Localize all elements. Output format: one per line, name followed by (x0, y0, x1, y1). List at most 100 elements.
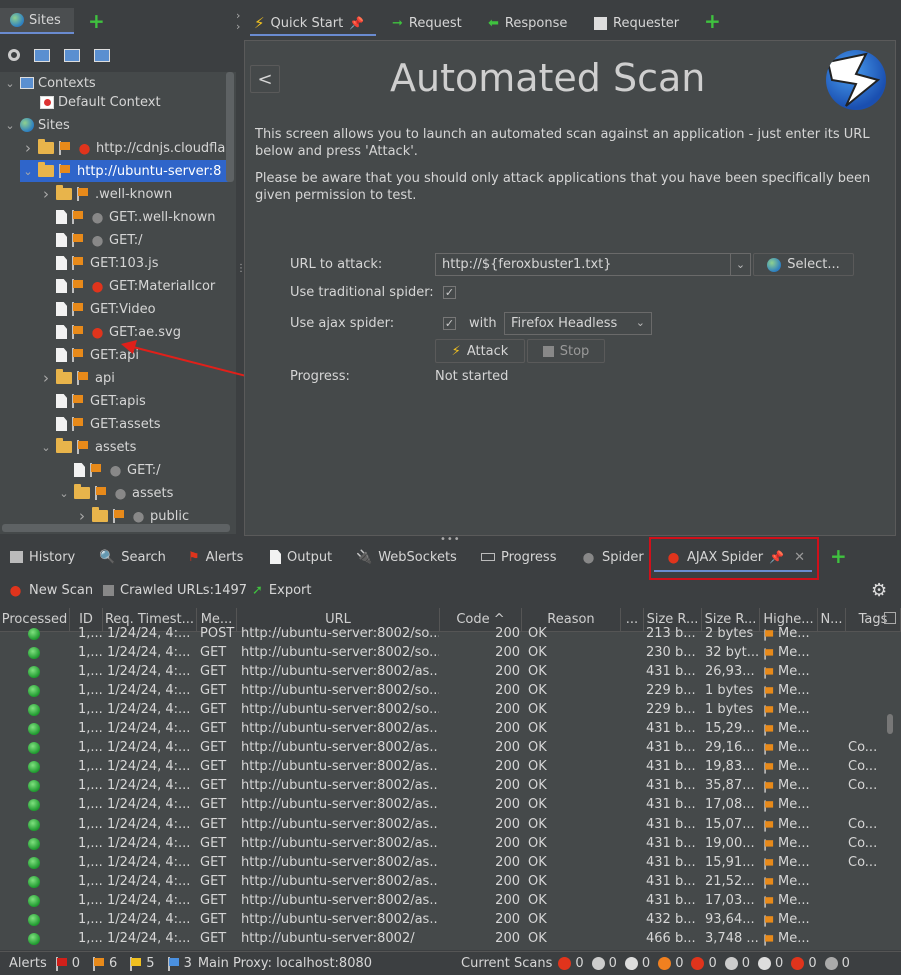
table-row[interactable]: 1,... 1/24/24, 4:... GET http://ubuntu-serv… (0, 644, 884, 663)
table-row[interactable]: 1,... 1/24/24, 4:... GET http://ubuntu-serv… (0, 930, 884, 949)
processed-status-icon (28, 837, 40, 850)
tab-request[interactable]: ➞ Request (392, 12, 462, 34)
tab-output[interactable]: Output (270, 546, 332, 568)
tree-node[interactable]: GET:/ (40, 229, 143, 251)
add-bottom-tab-button[interactable]: + (830, 546, 847, 566)
tree-node[interactable]: ⌄ http://ubuntu-server:8 (20, 160, 230, 182)
tree-node[interactable]: › http://cdnjs.cloudfla (22, 137, 225, 159)
gear-icon[interactable]: ⚙ (871, 580, 887, 601)
tab-spider[interactable]: Spider (581, 546, 644, 568)
chevron-right-icon[interactable]: › (22, 139, 34, 157)
pin-icon[interactable]: 📌 (349, 16, 364, 30)
tab-quick-start[interactable]: ⚡ Quick Start 📌 (254, 12, 364, 34)
tree-node[interactable]: GET:103.js (40, 252, 159, 274)
vertical-splitter[interactable]: ⋮ (236, 264, 246, 282)
table-row[interactable]: 1,... 1/24/24, 4:... GET http://ubuntu-serv… (0, 911, 884, 930)
medium-alert-flag-icon (763, 686, 776, 698)
zap-logo (826, 50, 886, 110)
tree-default-context[interactable]: Default Context (40, 91, 161, 113)
table-row[interactable]: 1,... 1/24/24, 4:... GET http://ubuntu-serv… (0, 892, 884, 911)
tree-node[interactable]: GET:/ (58, 459, 161, 481)
table-row[interactable]: 1,... 1/24/24, 4:... GET http://ubuntu-serv… (0, 739, 884, 758)
export-context-icon[interactable] (94, 48, 110, 62)
url-input[interactable]: http://${feroxbuster1.txt} ⌄ (435, 253, 751, 276)
table-cell: 200 (495, 645, 520, 661)
tab-websockets[interactable]: 🔌 WebSockets (356, 546, 457, 568)
import-context-icon[interactable] (64, 48, 80, 62)
attack-button[interactable]: ⚡ Attack (435, 339, 525, 363)
file-icon (74, 463, 85, 477)
tree-node[interactable]: GET:assets (40, 413, 161, 435)
tab-requester[interactable]: Requester (594, 12, 679, 34)
select-button[interactable]: Select... (753, 253, 854, 276)
pin-icon[interactable]: 📌 (769, 550, 784, 564)
table-row[interactable]: 1,... 1/24/24, 4:... GET http://ubuntu-serv… (0, 663, 884, 682)
table-cell: 17,08... (705, 797, 755, 813)
tab-search[interactable]: 🔍 Search (99, 546, 166, 568)
alert-flag-icon (58, 141, 73, 155)
tab-ajax-spider[interactable]: AJAX Spider 📌 ✕ (666, 546, 805, 568)
chevron-down-icon[interactable]: ⌄ (4, 77, 16, 90)
add-sites-tab-button[interactable]: + (88, 11, 105, 31)
chevron-down-icon[interactable]: ⌄ (58, 487, 70, 500)
chevron-down-icon[interactable]: ⌄ (730, 254, 750, 275)
table-cell: 1/24/24, 4:... (107, 721, 191, 737)
chevron-right-icon[interactable]: › (76, 507, 88, 525)
table-row[interactable]: 1,... 1/24/24, 4:... GET http://ubuntu-serv… (0, 796, 884, 815)
table-row[interactable]: 1,... 1/24/24, 4:... GET http://ubuntu-serv… (0, 835, 884, 854)
tree-node[interactable]: GET:Video (40, 298, 156, 320)
export-button[interactable]: ➚ Export (252, 580, 311, 600)
traditional-spider-checkbox[interactable]: ✓ (443, 286, 456, 299)
chevron-down-icon[interactable]: ⌄ (4, 119, 16, 132)
stop-button[interactable]: Stop (527, 339, 605, 363)
top-tab-scroll[interactable]: › › (236, 10, 246, 34)
table-row[interactable]: 1,... 1/24/24, 4:... GET http://ubuntu-serv… (0, 854, 884, 873)
table-row[interactable]: 1,... 1/24/24, 4:... GET http://ubuntu-serv… (0, 777, 884, 796)
table-row[interactable]: 1,... 1/24/24, 4:... POST http://ubuntu-ser… (0, 625, 884, 644)
tree-vertical-scrollbar[interactable] (226, 72, 234, 182)
table-row[interactable]: 1,... 1/24/24, 4:... GET http://ubuntu-serv… (0, 758, 884, 777)
chevron-right-icon[interactable]: › (40, 185, 52, 203)
tree-node[interactable]: ⌄ assets (58, 482, 173, 504)
alert-flag-icon (58, 164, 73, 178)
tree-node[interactable]: › .well-known (40, 183, 172, 205)
ajax-spider-checkbox[interactable]: ✓ (443, 317, 456, 330)
tree-horizontal-scrollbar[interactable] (2, 524, 230, 532)
add-top-tab-button[interactable]: + (704, 11, 721, 31)
close-icon[interactable]: ✕ (794, 550, 805, 565)
tab-alerts[interactable]: ⚑ Alerts (188, 546, 243, 568)
sites-tab[interactable]: Sites (0, 8, 74, 34)
tree-sites[interactable]: ⌄ Sites (4, 114, 69, 136)
tab-progress[interactable]: Progress (481, 546, 556, 568)
tree-node[interactable]: › api (40, 367, 115, 389)
table-cell: GET (200, 797, 227, 813)
chevron-down-icon[interactable]: ⌄ (40, 441, 52, 454)
scan-count: 0 (575, 956, 584, 971)
table-cell: OK (528, 797, 547, 813)
horizontal-splitter[interactable]: ••• (440, 534, 461, 545)
browser-select[interactable]: Firefox Headless ⌄ (504, 312, 652, 335)
info-alert-count: 3 (183, 956, 192, 971)
table-row[interactable]: 1,... 1/24/24, 4:... GET http://ubuntu-serv… (0, 816, 884, 835)
new-scan-button[interactable]: New Scan (8, 580, 93, 600)
table-row[interactable]: 1,... 1/24/24, 4:... GET http://ubuntu-serv… (0, 682, 884, 701)
tree-node[interactable]: GET:.well-known (40, 206, 215, 228)
chevron-right-icon[interactable]: › (40, 369, 52, 387)
table-cell: 431 b... (646, 759, 696, 775)
table-vertical-scrollbar[interactable] (887, 714, 893, 734)
target-icon[interactable] (8, 49, 20, 61)
tree-node[interactable]: ⌄ assets (40, 436, 136, 458)
column-chooser-icon[interactable] (884, 612, 896, 624)
table-row[interactable]: 1,... 1/24/24, 4:... GET http://ubuntu-serv… (0, 701, 884, 720)
processed-status-icon (28, 723, 40, 736)
tree-node[interactable]: GET:MaterialIcor (40, 275, 215, 297)
table-row[interactable]: 1,... 1/24/24, 4:... GET http://ubuntu-serv… (0, 720, 884, 739)
new-context-icon[interactable] (34, 48, 50, 62)
tab-history[interactable]: History (10, 546, 75, 568)
chevron-down-icon[interactable]: ⌄ (22, 165, 34, 178)
tab-response[interactable]: ⬅ Response (488, 12, 567, 34)
back-button[interactable]: < (250, 65, 280, 93)
sites-toolbar (8, 46, 110, 64)
table-row[interactable]: 1,... 1/24/24, 4:... GET http://ubuntu-serv… (0, 873, 884, 892)
export-icon: ➚ (252, 582, 263, 598)
